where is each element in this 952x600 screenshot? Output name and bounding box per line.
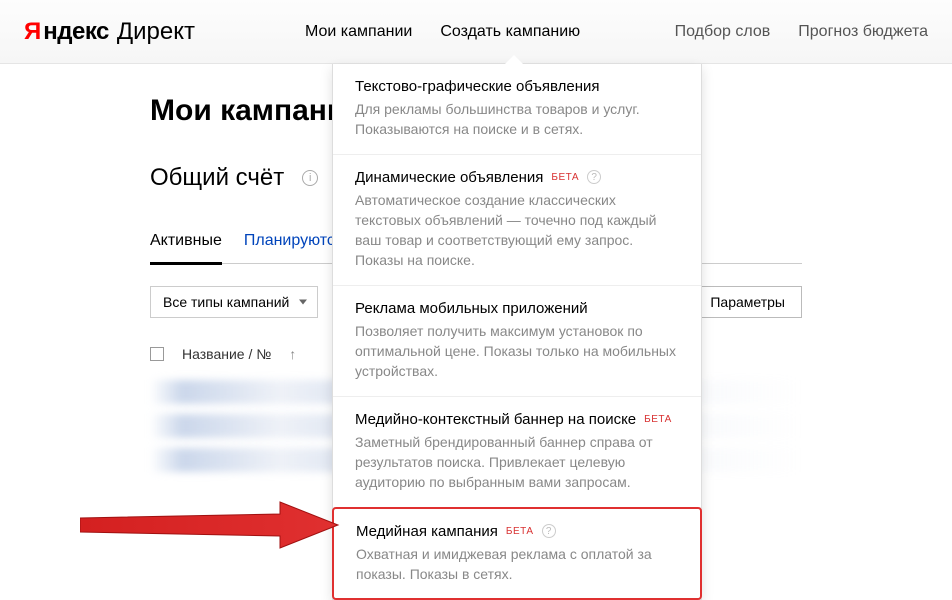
campaign-type-select[interactable]: Все типы кампаний — [150, 286, 318, 318]
annotation-arrow-icon — [80, 500, 340, 550]
dd-item-media-context-banner[interactable]: Медийно-контекстный баннер на поиске БЕТ… — [333, 397, 701, 508]
dd-desc: Заметный брендированный баннер справа от… — [355, 432, 679, 493]
top-bar: Яндекс Директ Мои кампании Создать кампа… — [0, 0, 952, 64]
col-name[interactable]: Название / № — [182, 346, 271, 362]
help-icon[interactable]: ? — [542, 524, 556, 538]
dd-desc: Для рекламы большинства товаров и услуг.… — [355, 99, 679, 140]
balance-label: Общий счёт — [150, 164, 284, 192]
beta-badge: БЕТА — [551, 172, 579, 183]
logo-ndex: ндекс — [43, 18, 109, 46]
help-icon[interactable]: ? — [587, 170, 601, 184]
nav-my-campaigns[interactable]: Мои кампании — [305, 23, 412, 41]
nav-budget-forecast[interactable]: Прогноз бюджета — [798, 23, 928, 41]
dd-title: Медийно-контекстный баннер на поиске — [355, 411, 636, 428]
params-button[interactable]: Параметры — [693, 286, 802, 318]
nav-secondary: Подбор слов Прогноз бюджета — [675, 23, 928, 41]
info-icon[interactable]: i — [302, 170, 318, 186]
nav-word-selection[interactable]: Подбор слов — [675, 23, 771, 41]
dd-title: Текстово-графические объявления — [355, 78, 600, 95]
logo[interactable]: Яндекс Директ — [24, 18, 195, 46]
dd-item-media-campaign[interactable]: Медийная кампания БЕТА ? Охватная и имид… — [332, 507, 702, 600]
nav-main: Мои кампании Создать кампанию — [305, 23, 580, 41]
beta-badge: БЕТА — [506, 526, 534, 537]
logo-direct: Директ — [117, 18, 195, 46]
dd-title: Медийная кампания — [356, 523, 498, 540]
select-all-checkbox[interactable] — [150, 347, 164, 361]
tab-planned[interactable]: Планируются — [244, 232, 344, 263]
create-campaign-dropdown: Текстово-графические объявления Для рекл… — [332, 64, 702, 600]
dd-item-mobile-apps[interactable]: Реклама мобильных приложений Позволяет п… — [333, 286, 701, 397]
nav-create-campaign[interactable]: Создать кампанию — [440, 23, 580, 41]
dd-desc: Охватная и имиджевая реклама с оплатой з… — [356, 544, 678, 585]
sort-arrow-icon: ↑ — [289, 346, 296, 362]
dd-desc: Позволяет получить максимум установок по… — [355, 321, 679, 382]
beta-badge: БЕТА — [644, 414, 672, 425]
logo-ya: Я — [24, 18, 41, 46]
tab-active[interactable]: Активные — [150, 232, 222, 265]
dd-title: Динамические объявления — [355, 169, 543, 186]
dd-item-text-graphic[interactable]: Текстово-графические объявления Для рекл… — [333, 64, 701, 155]
dd-desc: Автоматическое создание классических тек… — [355, 190, 679, 271]
dd-item-dynamic[interactable]: Динамические объявления БЕТА ? Автоматич… — [333, 155, 701, 286]
dd-title: Реклама мобильных приложений — [355, 300, 588, 317]
